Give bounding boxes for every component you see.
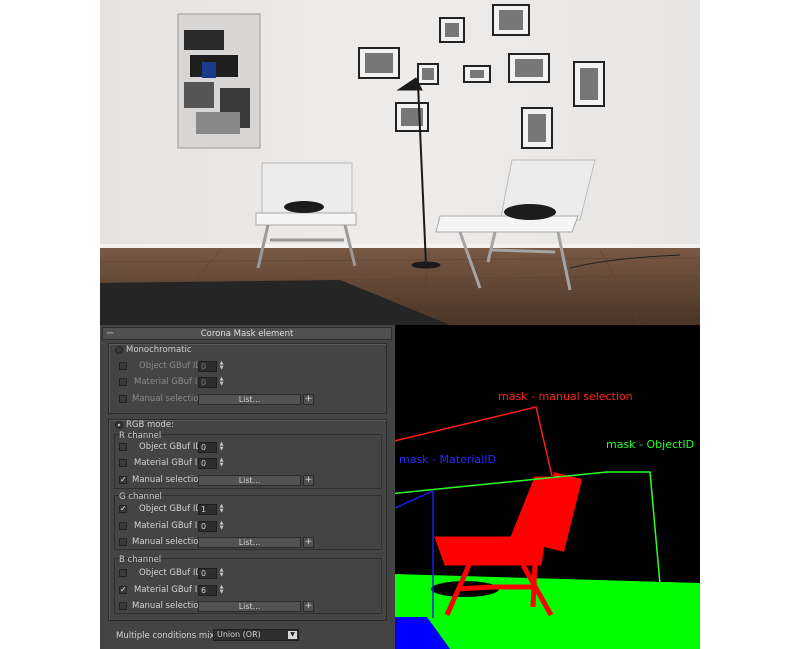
b-material-gbuf-checkbox[interactable]: ✓ <box>119 586 127 594</box>
mono-material-gbuf-spinner[interactable]: 0 ▲ ▼ <box>198 377 226 388</box>
mono-manual-selection-label: Manual selection: <box>132 394 207 404</box>
g-list-button[interactable]: List... <box>198 537 301 548</box>
mono-material-gbuf-checkbox[interactable] <box>119 378 127 386</box>
spinner-arrows-icon[interactable]: ▲ ▼ <box>218 585 225 596</box>
b-material-gbuf-value[interactable]: 6 <box>198 585 217 596</box>
mixing-dropdown[interactable]: Union (OR) ▼ <box>213 629 299 641</box>
r-manual-selection-checkbox[interactable]: ✓ <box>119 476 127 484</box>
r-manual-selection-label: Manual selection: <box>132 475 207 485</box>
b-channel-header: B channel <box>119 555 162 565</box>
mono-material-gbuf-value[interactable]: 0 <box>198 377 217 388</box>
g-object-gbuf-value[interactable]: 1 <box>198 504 217 515</box>
rollout-title: Corona Mask element <box>200 329 294 339</box>
annotation-manual-selection: mask - manual selection <box>498 390 633 403</box>
spinner-arrows-icon[interactable]: ▲ ▼ <box>218 568 225 579</box>
chevron-down-icon[interactable]: ▼ <box>288 631 297 639</box>
corona-mask-settings-panel: − Corona Mask element Monochromatic Obje… <box>100 325 395 649</box>
b-material-gbuf-label: Material GBuf ID: <box>134 585 207 595</box>
spinner-arrows-icon[interactable]: ▲ ▼ <box>218 377 225 388</box>
b-add-button[interactable]: + <box>303 601 314 612</box>
annotation-material-id: mask - MaterialID <box>399 453 496 466</box>
mono-material-gbuf-label: Material GBuf ID: <box>134 377 207 387</box>
rgb-mode-label: RGB mode: <box>126 420 174 430</box>
r-add-button[interactable]: + <box>303 475 314 486</box>
r-object-gbuf-label: Object GBuf ID: <box>139 442 205 452</box>
r-material-gbuf-label: Material GBuf ID: <box>134 458 207 468</box>
g-manual-selection-checkbox[interactable] <box>119 538 127 546</box>
r-material-gbuf-checkbox[interactable] <box>119 459 127 467</box>
mono-manual-selection-checkbox[interactable] <box>119 395 127 403</box>
b-manual-selection-checkbox[interactable] <box>119 602 127 610</box>
r-object-gbuf-spinner[interactable]: 0 ▲ ▼ <box>198 442 226 453</box>
monochromatic-label: Monochromatic <box>126 345 192 355</box>
g-material-gbuf-spinner[interactable]: 0 ▲ ▼ <box>198 521 226 532</box>
r-material-gbuf-spinner[interactable]: 0 ▲ ▼ <box>198 458 226 469</box>
r-material-gbuf-value[interactable]: 0 <box>198 458 217 469</box>
spinner-arrows-icon[interactable]: ▲ ▼ <box>218 504 225 515</box>
spinner-arrows-icon[interactable]: ▲ ▼ <box>218 458 225 469</box>
r-object-gbuf-value[interactable]: 0 <box>198 442 217 453</box>
b-object-gbuf-value[interactable]: 0 <box>198 568 217 579</box>
g-object-gbuf-spinner[interactable]: 1 ▲ ▼ <box>198 504 226 515</box>
b-object-gbuf-label: Object GBuf ID: <box>139 568 205 578</box>
g-material-gbuf-value[interactable]: 0 <box>198 521 217 532</box>
b-object-gbuf-spinner[interactable]: 0 ▲ ▼ <box>198 568 226 579</box>
b-manual-selection-label: Manual selection: <box>132 601 207 611</box>
rollout-title-bar[interactable]: − Corona Mask element <box>102 327 392 340</box>
mixing-value: Union (OR) <box>217 630 261 639</box>
g-object-gbuf-label: Object GBuf ID: <box>139 504 205 514</box>
g-material-gbuf-checkbox[interactable] <box>119 522 127 530</box>
monochromatic-radio[interactable] <box>115 346 123 354</box>
g-channel-header: G channel <box>119 492 162 502</box>
b-material-gbuf-spinner[interactable]: 6 ▲ ▼ <box>198 585 226 596</box>
mono-object-gbuf-label: Object GBuf ID: <box>139 361 205 371</box>
rgb-mode-radio[interactable] <box>115 421 123 429</box>
g-add-button[interactable]: + <box>303 537 314 548</box>
g-material-gbuf-label: Material GBuf ID: <box>134 521 207 531</box>
r-object-gbuf-checkbox[interactable] <box>119 443 127 451</box>
annotation-object-id: mask - ObjectID <box>606 438 695 451</box>
spinner-arrows-icon[interactable]: ▲ ▼ <box>218 442 225 453</box>
b-list-button[interactable]: List... <box>198 601 301 612</box>
g-manual-selection-label: Manual selection: <box>132 537 207 547</box>
mono-add-button[interactable]: + <box>303 394 314 405</box>
spinner-arrows-icon[interactable]: ▲ ▼ <box>218 521 225 532</box>
g-object-gbuf-checkbox[interactable]: ✓ <box>119 505 127 513</box>
mono-object-gbuf-value[interactable]: 0 <box>198 361 217 372</box>
mono-object-gbuf-spinner[interactable]: 0 ▲ ▼ <box>198 361 226 372</box>
r-channel-header: R channel <box>119 431 162 441</box>
spinner-arrows-icon[interactable]: ▲ ▼ <box>218 361 225 372</box>
mono-object-gbuf-checkbox[interactable] <box>119 362 127 370</box>
b-object-gbuf-checkbox[interactable] <box>119 569 127 577</box>
mono-list-button[interactable]: List... <box>198 394 301 405</box>
r-list-button[interactable]: List... <box>198 475 301 486</box>
